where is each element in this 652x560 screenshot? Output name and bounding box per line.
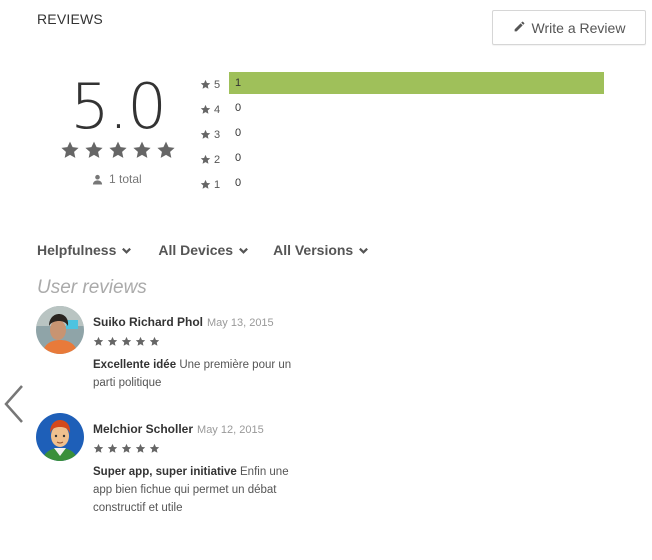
histogram-count: 1 [235, 77, 242, 89]
star-icon [107, 443, 118, 453]
review-title: Excellente idée [93, 359, 177, 371]
review-body: Excellente idée Une première pour un par… [93, 356, 303, 392]
review-author: Suiko Richard Phol May 13, 2015 [93, 315, 274, 329]
chevron-down-icon [122, 247, 132, 254]
write-review-label: Write a Review [531, 19, 626, 36]
star-icon [200, 179, 211, 189]
versions-dropdown[interactable]: All Versions [273, 242, 369, 258]
histogram-row-2: 2 0 [200, 147, 241, 172]
star-icon [61, 141, 79, 158]
review-stars [93, 443, 160, 454]
star-icon [133, 141, 151, 158]
avatar[interactable] [36, 413, 84, 461]
star-icon [149, 336, 160, 346]
review-author: Melchior Scholler May 12, 2015 [93, 422, 264, 436]
histogram-row-1: 1 0 [200, 172, 241, 197]
star-icon [135, 443, 146, 453]
star-icon [200, 154, 211, 164]
write-review-button[interactable]: Write a Review [492, 10, 646, 45]
star-icon [149, 443, 160, 453]
star-icon [109, 141, 127, 158]
person-icon [92, 174, 103, 185]
histogram-rating-label: 2 [214, 153, 221, 166]
sort-dropdown[interactable]: Helpfulness [37, 242, 132, 258]
star-icon [157, 141, 175, 158]
reviews-section-title: REVIEWS [37, 11, 103, 27]
histogram-bar-5 [229, 72, 604, 94]
histogram-rating-label: 3 [214, 128, 221, 141]
star-icon [135, 336, 146, 346]
star-icon [121, 336, 132, 346]
chevron-left-icon [4, 385, 23, 423]
review-filters: Helpfulness All Devices All Versions [37, 242, 369, 258]
review-author-name: Melchior Scholler [93, 422, 194, 436]
sort-dropdown-label: Helpfulness [37, 242, 117, 258]
rating-histogram: 5 1 4 0 3 0 2 0 1 0 [200, 72, 604, 197]
chevron-down-icon [239, 247, 249, 254]
previous-page-button[interactable] [2, 382, 26, 426]
histogram-rating-label: 1 [214, 178, 221, 191]
histogram-count: 0 [235, 177, 242, 189]
review-date: May 12, 2015 [197, 424, 264, 436]
histogram-row-5: 5 1 [200, 72, 604, 97]
histogram-count: 0 [235, 152, 242, 164]
star-icon [107, 336, 118, 346]
versions-dropdown-label: All Versions [273, 242, 354, 258]
avatar[interactable] [36, 306, 84, 354]
star-icon [93, 443, 104, 453]
review-date: May 13, 2015 [207, 317, 274, 329]
histogram-count: 0 [235, 102, 242, 114]
review-title: Super app, super initiative [93, 466, 237, 478]
review-body: Super app, super initiative Enfin une ap… [93, 463, 303, 517]
average-stars [60, 140, 176, 160]
star-icon [85, 141, 103, 158]
histogram-row-4: 4 0 [200, 97, 241, 122]
star-icon [200, 104, 211, 114]
average-score: 5.0 [70, 70, 167, 143]
chevron-down-icon [359, 247, 369, 254]
total-ratings: 1 total [92, 172, 142, 186]
histogram-rating-label: 4 [214, 103, 221, 116]
star-icon [200, 79, 211, 89]
pencil-icon [513, 20, 526, 36]
star-icon [93, 336, 104, 346]
star-icon [121, 443, 132, 453]
total-ratings-label: 1 total [109, 172, 142, 186]
histogram-rating-label: 5 [214, 78, 221, 91]
histogram-count: 0 [235, 127, 242, 139]
review-author-name: Suiko Richard Phol [93, 315, 204, 329]
histogram-row-3: 3 0 [200, 122, 241, 147]
review-stars [93, 336, 160, 347]
star-icon [200, 129, 211, 139]
devices-dropdown[interactable]: All Devices [158, 242, 249, 258]
user-reviews-heading: User reviews [37, 277, 147, 298]
devices-dropdown-label: All Devices [158, 242, 234, 258]
